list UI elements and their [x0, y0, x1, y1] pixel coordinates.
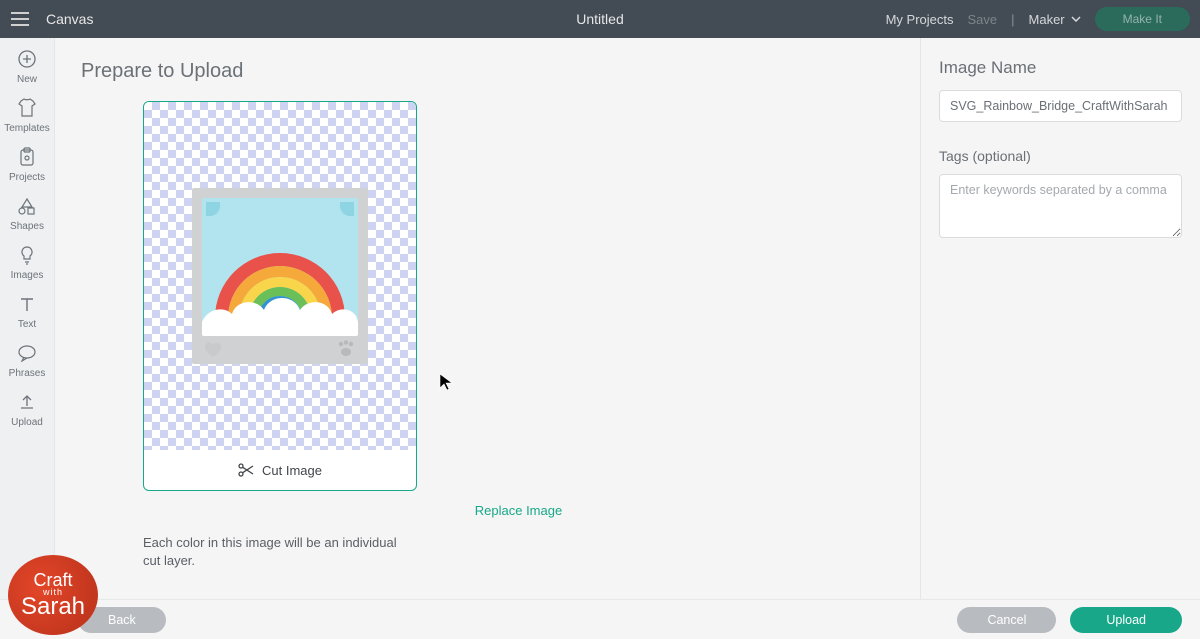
sidebar-item-label: Projects [9, 172, 45, 183]
top-bar: Canvas Untitled My Projects Save | Maker… [0, 0, 1200, 38]
sidebar-item-phrases[interactable]: Phrases [0, 342, 55, 379]
left-sidebar: New Templates Projects Shapes Images Tex… [0, 38, 55, 599]
upload-button[interactable]: Upload [1070, 607, 1182, 633]
prepare-upload-panel: Prepare to Upload [55, 38, 920, 599]
image-name-input[interactable] [939, 90, 1182, 122]
metadata-panel: Image Name Tags (optional) [920, 38, 1200, 599]
sidebar-item-projects[interactable]: Projects [0, 146, 55, 183]
shapes-icon [17, 197, 37, 215]
sidebar-item-label: Text [18, 319, 36, 330]
plus-circle-icon [17, 49, 37, 69]
make-it-button: Make It [1095, 7, 1190, 31]
sidebar-item-label: Upload [11, 417, 43, 428]
hamburger-icon [11, 12, 29, 26]
sidebar-item-label: New [17, 74, 37, 85]
sidebar-item-upload[interactable]: Upload [0, 391, 55, 428]
image-name-heading: Image Name [939, 58, 1182, 78]
layer-hint-text: Each color in this image will be an indi… [143, 534, 417, 570]
clipboard-icon [18, 147, 36, 167]
scissors-icon [238, 463, 254, 477]
upload-icon [18, 393, 36, 411]
back-button[interactable]: Back [78, 607, 166, 633]
save-button: Save [967, 12, 997, 27]
speech-bubble-icon [17, 344, 37, 362]
uploaded-image-preview [192, 188, 368, 364]
sidebar-item-images[interactable]: Images [0, 244, 55, 281]
lightbulb-icon [19, 245, 35, 265]
transparency-checker [144, 102, 416, 450]
text-icon [18, 295, 36, 313]
upload-preview-card[interactable]: Cut Image [143, 101, 417, 491]
heart-icon [204, 342, 222, 358]
replace-image-link[interactable]: Replace Image [143, 503, 894, 518]
sidebar-item-label: Templates [4, 123, 50, 134]
sidebar-item-label: Phrases [9, 368, 46, 379]
cancel-button[interactable]: Cancel [957, 607, 1056, 633]
machine-selector[interactable]: Maker [1029, 12, 1081, 27]
footer-bar: Back Cancel Upload [0, 599, 1200, 639]
sidebar-item-shapes[interactable]: Shapes [0, 195, 55, 232]
document-title: Untitled [576, 11, 623, 27]
separator: | [1011, 12, 1014, 27]
menu-button[interactable] [0, 12, 40, 26]
tags-label: Tags (optional) [939, 148, 1182, 164]
cut-image-label: Cut Image [262, 463, 322, 478]
sidebar-item-text[interactable]: Text [0, 293, 55, 330]
my-projects-link[interactable]: My Projects [886, 12, 954, 27]
machine-selector-label: Maker [1029, 12, 1065, 27]
tshirt-icon [16, 98, 38, 118]
canvas-label: Canvas [46, 11, 93, 27]
page-heading: Prepare to Upload [81, 60, 894, 83]
cut-image-row: Cut Image [144, 450, 416, 490]
tags-input[interactable] [939, 174, 1182, 238]
sidebar-item-templates[interactable]: Templates [0, 97, 55, 134]
sidebar-item-label: Images [11, 270, 44, 281]
sidebar-item-new[interactable]: New [0, 48, 55, 85]
chevron-down-icon [1071, 16, 1081, 22]
paw-icon [336, 340, 356, 358]
sidebar-item-label: Shapes [10, 221, 44, 232]
